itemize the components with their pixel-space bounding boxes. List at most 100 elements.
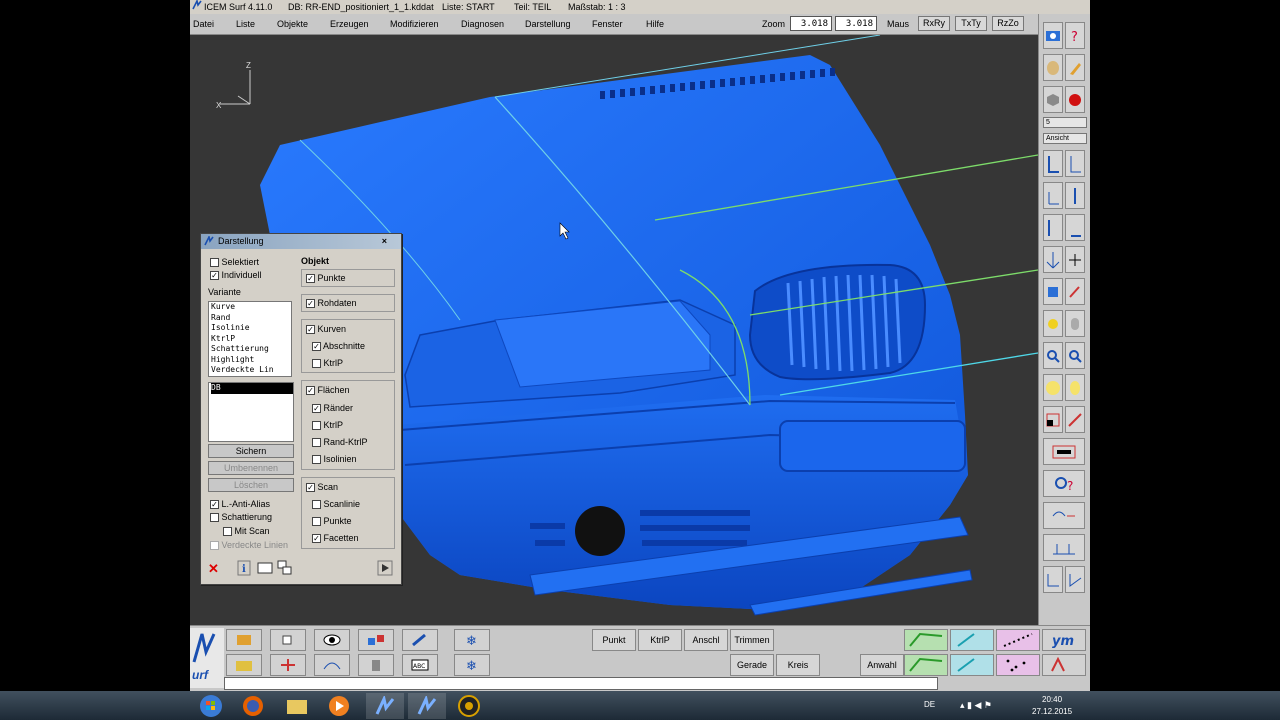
folder-icon[interactable] [226,654,262,676]
cylinder-icon[interactable] [1065,310,1085,337]
icem-task-icon[interactable] [366,693,404,719]
rand-ktrlp-checkbox[interactable] [312,438,321,448]
isolinien-checkbox[interactable] [312,455,321,465]
verdeckte-linien-checkbox[interactable] [210,541,219,551]
verdeckte-linien-row[interactable]: Verdeckte Linien [210,539,288,551]
view-zx-icon[interactable] [1043,150,1063,177]
section-icon[interactable] [1043,406,1063,433]
screen-icon[interactable] [257,560,273,578]
rohdaten-checkbox[interactable]: ✓ [306,299,315,309]
tray-icons[interactable]: ▴ ▮ ◀ ⚑ [960,700,992,711]
ktrlp-row[interactable]: KtrlP [312,357,343,369]
new-surface-icon[interactable] [226,629,262,651]
ktrlp-checkbox[interactable] [312,359,321,369]
panel-close-icon[interactable]: × [382,234,387,249]
variante-list[interactable]: Kurve Rand Isolinie KtrlP Schattierung H… [208,301,292,377]
scan-punkte-row[interactable]: Punkte [312,515,352,527]
dimension-icon[interactable] [1043,534,1085,561]
ym-logo-icon[interactable]: ym [1042,629,1086,651]
individuell-row[interactable]: ✓ Individuell [210,269,262,281]
curve-edit-icon[interactable] [314,654,350,676]
variante-item[interactable]: Schattierung [211,344,291,355]
kreis-button[interactable]: Kreis [776,654,820,676]
view-z-icon[interactable] [1065,182,1085,209]
group-icon[interactable] [358,629,394,651]
rzzo-button[interactable]: RzZo [992,16,1024,31]
rohdaten-row[interactable]: ✓ Rohdaten [306,297,357,309]
scan-punkte-checkbox[interactable] [312,517,321,527]
transform-icon[interactable] [270,654,306,676]
flaechen-checkbox[interactable]: ✓ [306,386,315,396]
iso-view-icon[interactable] [1043,246,1063,273]
anschl-button[interactable]: Anschl [684,629,728,651]
green-surface-icon[interactable] [904,629,948,651]
menu-darstellung[interactable]: Darstellung [525,14,571,34]
variante-item[interactable]: Isolinie [211,323,291,334]
ktrlp2-checkbox[interactable] [312,421,321,431]
recorder-icon[interactable] [450,693,488,719]
variante-item[interactable]: Verdeckte Lin [211,365,291,376]
anti-alias-row[interactable]: ✓ L.-Anti-Alias [210,498,270,510]
trimmen-button[interactable]: Trimmen [730,629,774,651]
anti-alias-checkbox[interactable]: ✓ [210,500,219,510]
eye-icon[interactable] [314,629,350,651]
punkte-checkbox[interactable]: ✓ [306,274,315,284]
selektiert-row[interactable]: Selektiert [210,256,259,268]
kurven-checkbox[interactable]: ✓ [306,325,315,335]
abschnitte-row[interactable]: ✓ Abschnitte [312,340,365,352]
iso-view2-icon[interactable] [1065,246,1085,273]
curve-arrow-icon[interactable] [1043,502,1085,529]
menu-modifizieren[interactable]: Modifizieren [390,14,439,34]
icem-task2-icon[interactable] [408,693,446,719]
view-z2-icon[interactable] [1043,214,1063,241]
menu-fenster[interactable]: Fenster [592,14,623,34]
eraser-icon[interactable] [1043,278,1063,305]
red-ball-icon[interactable] [1065,86,1085,113]
trash-icon[interactable] [358,654,394,676]
view-eye-icon[interactable] [1043,22,1063,49]
cube-icon[interactable] [270,629,306,651]
flaechen-row[interactable]: ✓ Flächen [306,384,350,396]
scan-checkbox[interactable]: ✓ [306,483,315,493]
zoom-out-icon[interactable] [1043,342,1063,369]
menu-erzeugen[interactable]: Erzeugen [330,14,369,34]
db-list[interactable]: DB [208,382,294,442]
scanlinie-checkbox[interactable] [312,500,321,510]
shaded-sphere-icon[interactable] [1043,54,1063,81]
clock-date[interactable]: 27.12.2015 [1032,707,1072,716]
zoom-field-2[interactable]: 3.018 [835,16,877,31]
facetten-row[interactable]: ✓ Facetten [312,532,359,544]
abschnitte-checkbox[interactable]: ✓ [312,342,321,352]
number-select[interactable]: 5 [1043,117,1087,128]
view-select[interactable]: Ansicht [1043,133,1087,144]
smiley2-icon[interactable] [1065,374,1085,401]
mit-scan-checkbox[interactable] [223,527,232,537]
section2-icon[interactable] [1065,406,1085,433]
sichern-button[interactable]: Sichern [208,444,294,458]
cyan-curve-icon[interactable] [950,629,994,651]
cyan-curve2-icon[interactable] [950,654,994,676]
dotted-curve-icon[interactable] [996,629,1040,651]
menu-datei[interactable]: Datei [193,14,214,34]
menu-objekte[interactable]: Objekte [277,14,308,34]
schattierung-row[interactable]: Schattierung [210,511,272,523]
abc-text-icon[interactable]: ABC [402,654,438,676]
snowflake-icon[interactable]: ❄ [454,629,490,651]
txty-button[interactable]: TxTy [955,16,987,31]
fn-curve-icon[interactable] [1042,654,1086,676]
variante-item[interactable]: Highlight [211,355,291,366]
pen-edit-icon[interactable] [402,629,438,651]
variante-item[interactable]: Kurve [211,302,291,313]
rand-ktrlp-row[interactable]: Rand-KtrlP [312,436,368,448]
menu-hilfe[interactable]: Hilfe [646,14,664,34]
kurven-row[interactable]: ✓ Kurven [306,323,346,335]
cancel-icon[interactable]: ✕ [208,561,219,577]
windows-icon[interactable] [277,560,293,578]
loeschen-button[interactable]: Löschen [208,478,294,492]
rxry-button[interactable]: RxRy [918,16,950,31]
search-help-icon[interactable]: ? [1043,470,1085,497]
mit-scan-row[interactable]: Mit Scan [223,525,270,537]
raender-checkbox[interactable]: ✓ [312,404,321,414]
firefox-icon[interactable] [234,693,272,719]
green-surface2-icon[interactable] [904,654,948,676]
